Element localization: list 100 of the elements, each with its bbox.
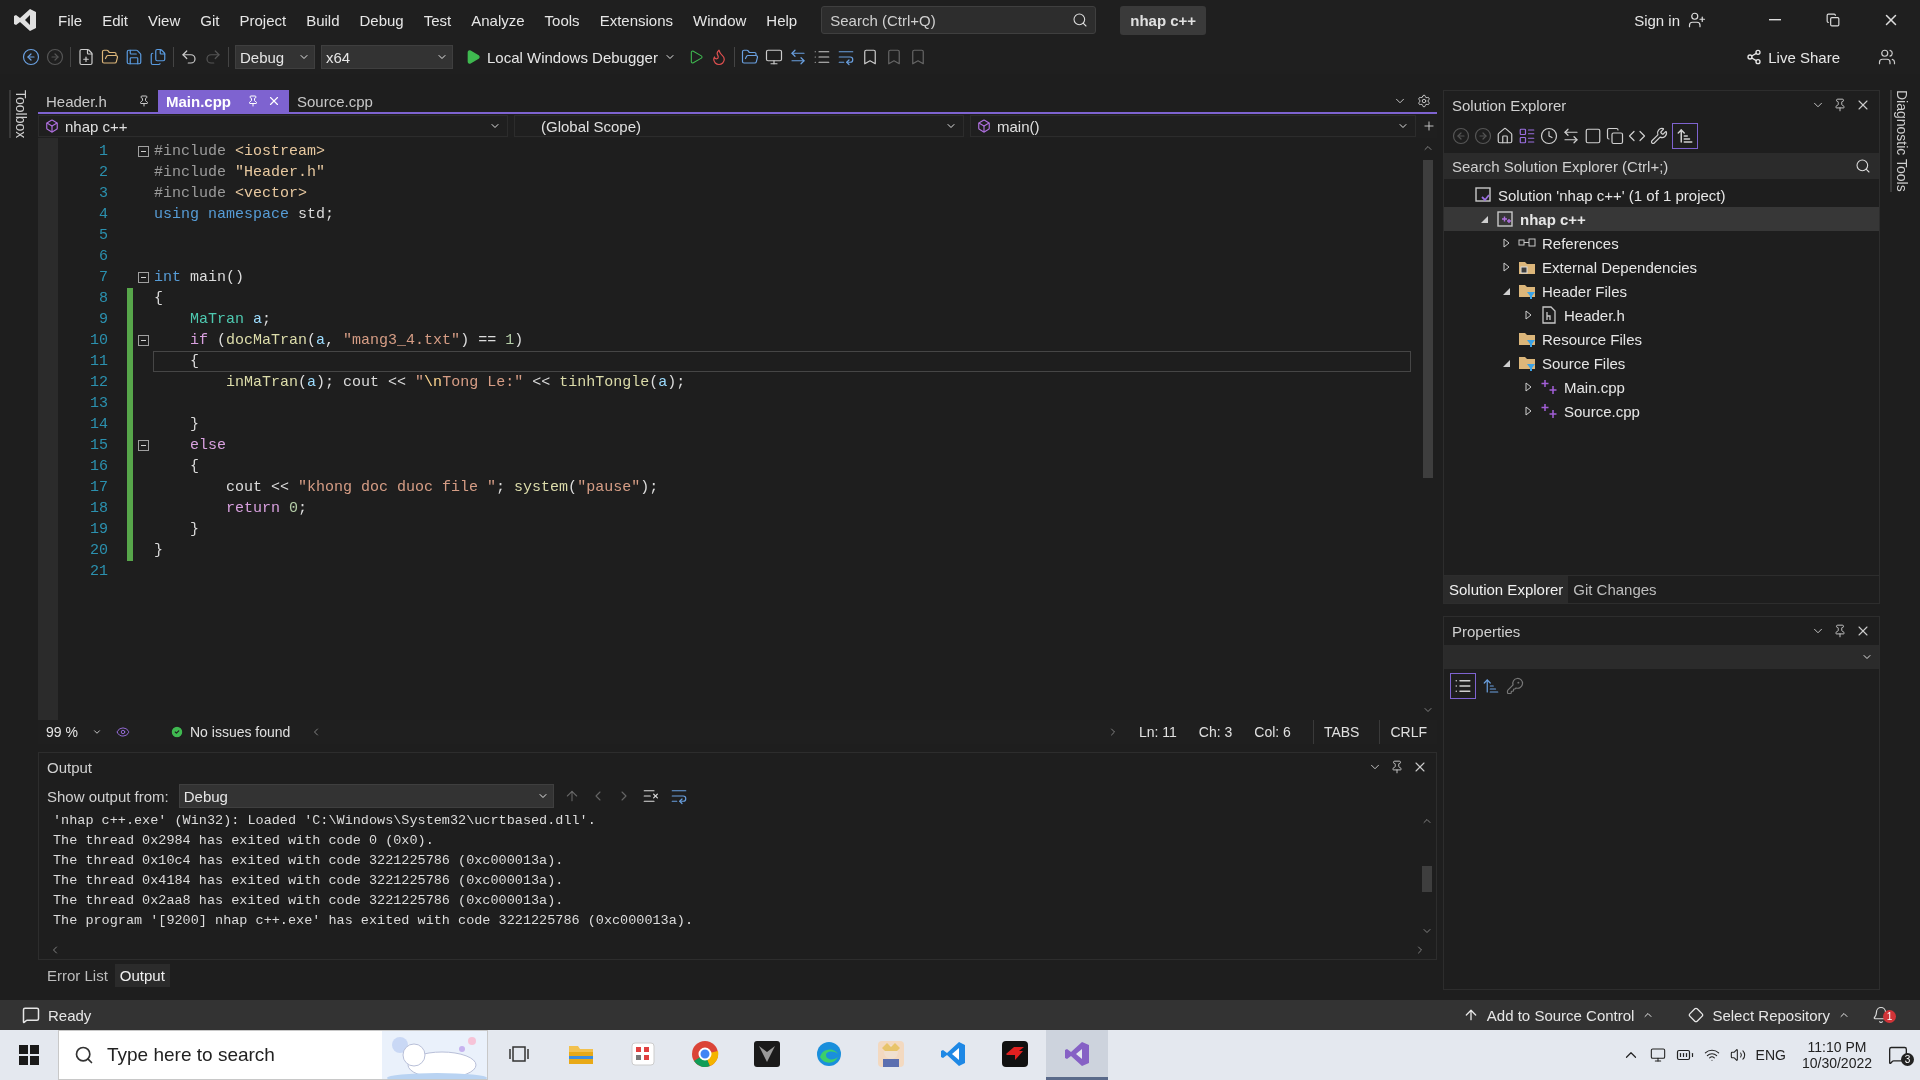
wrench-icon[interactable] (1650, 127, 1668, 145)
tree-item[interactable]: Header.h (1444, 303, 1879, 327)
file-tab[interactable]: Main.cpp (158, 90, 289, 112)
pin-icon[interactable] (1390, 760, 1404, 774)
platform-dropdown[interactable]: x64 (321, 45, 453, 69)
browse-folder-icon[interactable] (740, 48, 759, 66)
clock-date[interactable]: 10/30/2022 (1801, 1055, 1872, 1071)
collapse-all-icon[interactable] (1584, 127, 1602, 145)
word-wrap-icon[interactable] (669, 787, 688, 805)
menu-item[interactable]: Project (229, 11, 297, 29)
volume-icon[interactable] (1729, 1047, 1746, 1063)
panel-tab[interactable]: Git Changes (1568, 576, 1662, 603)
sign-in-link[interactable]: Sign in (1634, 11, 1680, 29)
member-dropdown[interactable]: main() (970, 115, 1416, 137)
panel-tab[interactable]: Solution Explorer (1444, 576, 1569, 603)
clock-time[interactable]: 11:10 PM (1807, 1039, 1867, 1055)
collapse-icon[interactable] (137, 335, 149, 346)
scroll-thumb[interactable] (1423, 160, 1433, 478)
save-all-icon[interactable] (149, 48, 167, 66)
search-field[interactable]: Search (Ctrl+Q) (821, 6, 1097, 34)
pin-icon[interactable] (1833, 624, 1847, 638)
panel-tab[interactable]: Error List (42, 963, 113, 987)
collapse-icon[interactable] (137, 440, 149, 451)
key-icon[interactable] (1506, 677, 1524, 695)
settings-icon[interactable] (1417, 94, 1431, 108)
menu-item[interactable]: File (48, 11, 93, 29)
show-all-files-icon[interactable] (1606, 127, 1624, 145)
eye-icon[interactable] (116, 725, 130, 739)
wifi-icon[interactable] (1703, 1047, 1720, 1063)
tree-item[interactable]: Source.cpp (1444, 399, 1879, 423)
collapsed-arrow-icon[interactable] (1500, 261, 1512, 273)
notification-center-icon[interactable] (1888, 1045, 1908, 1065)
collapsed-arrow-icon[interactable] (1500, 237, 1512, 249)
line-ending-status[interactable]: CRLF (1379, 720, 1437, 744)
menu-item[interactable]: Test (413, 11, 462, 29)
pin-icon[interactable] (247, 95, 259, 107)
indentation-status[interactable]: TABS (1312, 720, 1370, 744)
output-source-dropdown[interactable]: Debug (178, 784, 554, 808)
menu-item[interactable]: Debug (349, 11, 414, 29)
configuration-dropdown[interactable]: Debug (235, 45, 315, 69)
split-icon[interactable] (1422, 119, 1436, 133)
menu-item[interactable]: Edit (92, 11, 139, 29)
collapse-icon[interactable] (137, 272, 149, 283)
visual-studio-logo-icon[interactable] (12, 7, 38, 33)
diagnostic-tools-tab[interactable]: Diagnostic Tools (1890, 90, 1910, 192)
list-icon[interactable] (812, 48, 831, 66)
select-repository-button[interactable]: Select Repository (1676, 1006, 1862, 1024)
collapsed-arrow-icon[interactable] (1522, 405, 1534, 417)
add-to-source-control-button[interactable]: Add to Source Control (1450, 1006, 1667, 1024)
panel-tab[interactable]: Output (114, 963, 170, 987)
collapse-icon[interactable] (137, 146, 149, 157)
monitor-icon[interactable] (764, 48, 783, 66)
menu-item[interactable]: Extensions (589, 11, 683, 29)
menu-item[interactable]: View (138, 11, 191, 29)
undo-icon[interactable] (180, 48, 198, 66)
home-icon[interactable] (1496, 127, 1514, 145)
scope-dropdown[interactable]: (Global Scope) (514, 115, 964, 137)
tree-item[interactable]: Main.cpp (1444, 375, 1879, 399)
tree-item[interactable]: Resource Files (1444, 327, 1879, 351)
feedback-icon[interactable] (1878, 48, 1896, 66)
run-button[interactable]: Local Windows Debugger (459, 47, 682, 67)
menu-item[interactable]: Tools (534, 11, 590, 29)
tree-item[interactable]: Header Files (1444, 279, 1879, 303)
menu-item[interactable]: Build (296, 11, 350, 29)
close-tab-icon[interactable] (267, 94, 281, 108)
language-indicator[interactable]: ENG (1755, 1047, 1786, 1063)
pin-icon[interactable] (138, 95, 150, 107)
tree-item[interactable]: Source Files (1444, 351, 1879, 375)
sort-icon[interactable] (1482, 677, 1500, 695)
project-dropdown[interactable]: nhap c++ (38, 115, 508, 137)
pin-icon[interactable] (1833, 98, 1847, 112)
search-field[interactable]: Search Solution Explorer (Ctrl+;) (1444, 153, 1879, 179)
account-icon[interactable] (1688, 11, 1706, 29)
open-folder-icon[interactable] (101, 48, 119, 66)
switch-views-icon[interactable] (1518, 127, 1536, 145)
tree-item[interactable]: References (1444, 231, 1879, 255)
issues-status[interactable]: No issues found (170, 724, 291, 740)
arrows-icon[interactable] (788, 48, 807, 66)
menu-item[interactable]: Analyze (461, 11, 535, 29)
clear-all-icon[interactable] (641, 787, 660, 805)
collapsed-arrow-icon[interactable] (1522, 309, 1534, 321)
toolbox-tab[interactable]: Toolbox (9, 90, 29, 139)
scroll-thumb[interactable] (1422, 866, 1432, 892)
menu-item[interactable]: Help (756, 11, 808, 29)
sync-icon[interactable] (1562, 127, 1580, 145)
new-file-icon[interactable] (77, 48, 95, 66)
live-share-button[interactable]: Live Share (1740, 47, 1846, 67)
wrap-icon[interactable] (836, 48, 855, 66)
back-icon[interactable] (22, 48, 40, 66)
menu-item[interactable]: Window (683, 11, 757, 29)
collapsed-arrow-icon[interactable] (1522, 381, 1534, 393)
tree-item[interactable]: Solution 'nhap c++' (1 of 1 project) (1444, 183, 1879, 207)
preview-button[interactable] (1672, 123, 1698, 149)
menu-item[interactable]: Git (190, 11, 230, 29)
monitor-icon[interactable] (1649, 1047, 1666, 1063)
save-icon[interactable] (125, 48, 143, 66)
file-tab[interactable]: Source.cpp (289, 90, 409, 112)
tree-item[interactable]: External Dependencies (1444, 255, 1879, 279)
file-tab[interactable]: Header.h (38, 90, 158, 112)
categorized-button[interactable] (1450, 673, 1476, 699)
